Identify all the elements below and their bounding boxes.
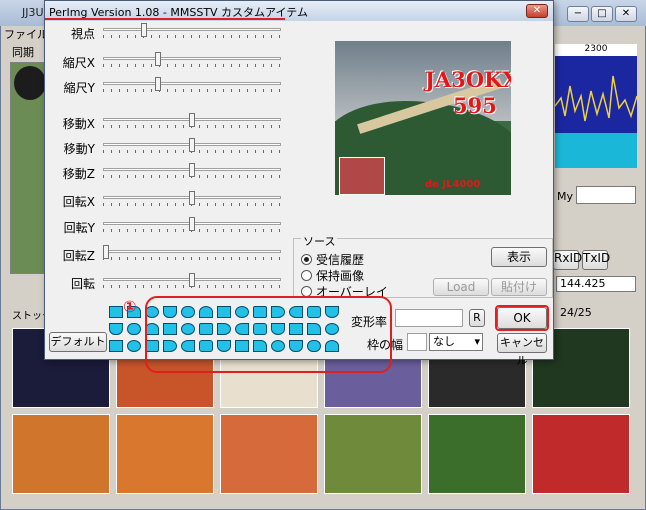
slider-thumb[interactable] [141,23,147,37]
shape-icon[interactable] [127,323,141,335]
default-button[interactable]: デフォルト [49,332,107,352]
slider-label: 回転X [62,195,95,209]
logo-icon [14,66,46,100]
radio-dot-icon [301,254,312,265]
slider-label: 回転Z [62,249,95,263]
slider-track [103,250,281,253]
slider[interactable] [103,273,281,291]
paste-button[interactable]: 貼付け [491,278,547,296]
main-title: JJ3U [22,6,44,19]
deform-rate-slider[interactable] [395,309,463,327]
frame-color-swatch[interactable] [407,333,427,351]
slider[interactable] [103,23,281,41]
slider-thumb[interactable] [189,273,195,287]
deform-r-button[interactable]: R [469,309,485,327]
my-label: My [557,190,574,203]
slider-label: 縮尺Y [63,81,95,95]
frequency-field[interactable]: 144.425 [556,276,636,292]
slider-track [103,82,281,85]
slider[interactable] [103,52,281,70]
slider[interactable] [103,191,281,209]
preview-image: JA3OKX 595 de JL4000 [335,41,511,195]
page-counter: 24/25 [560,306,592,319]
txid-button[interactable]: TxID [582,250,610,270]
slider-label: 回転 [70,277,95,291]
spectrum-display [555,56,637,133]
slider[interactable] [103,138,281,156]
frame-width-value: なし [433,335,455,348]
dialog-titlebar: PerImg Version 1.08 - MMSSTV カスタムアイテム ✕ [45,1,553,21]
preview-inset [339,157,385,195]
slider-thumb[interactable] [189,163,195,177]
slider-thumb[interactable] [189,217,195,231]
deform-rate-label: 変形率 [351,315,388,329]
slider-label: 移動Z [62,167,95,181]
freq-scale: 2300 [555,44,637,56]
close-icon[interactable]: ✕ [615,6,637,22]
thumbnail[interactable] [12,414,110,494]
minimize-icon[interactable]: − [567,6,589,22]
slider[interactable] [103,77,281,95]
slider[interactable] [103,113,281,131]
thumbnail[interactable] [428,414,526,494]
slider[interactable] [103,245,281,263]
thumbnail[interactable] [116,414,214,494]
waterfall-display [555,133,637,168]
shape-highlight [145,296,392,373]
slider[interactable] [103,163,281,181]
slider-thumb[interactable] [189,191,195,205]
slider-track [103,28,281,31]
slider-thumb[interactable] [189,138,195,152]
shape-icon[interactable] [127,340,141,352]
shape-icon[interactable] [109,340,123,352]
radio-label: 保持画像 [316,269,365,283]
slider-ticks [103,257,281,260]
show-button[interactable]: 表示 [491,247,547,267]
source-legend: ソース [301,233,338,249]
radio-label: 受信履歴 [316,253,365,267]
custom-item-dialog: PerImg Version 1.08 - MMSSTV カスタムアイテム ✕ … [44,0,554,373]
title-underline [45,18,285,20]
slider[interactable] [103,217,281,235]
radio-received-history[interactable]: 受信履歴 [301,251,364,268]
slider-track [103,57,281,60]
chevron-down-icon: ▾ [474,335,480,348]
ok-highlight [495,305,549,331]
slider-label: 縮尺X [62,56,95,70]
slider-thumb[interactable] [155,52,161,66]
slider-thumb[interactable] [189,113,195,127]
rxid-button[interactable]: RxID [553,250,582,270]
frame-width-label: 枠の幅 [367,338,404,352]
radio-dot-icon [301,270,312,281]
preview-callsign: JA3OKX [425,67,511,92]
slider-thumb[interactable] [155,77,161,91]
slider-ticks [103,35,281,38]
slider-ticks [103,89,281,92]
shape-icon[interactable] [109,306,123,318]
preview-rst: 595 [453,93,497,118]
dialog-close-icon[interactable]: ✕ [526,4,548,18]
main-menu-file[interactable]: ファイル [4,26,48,42]
slider-label: 移動Y [63,142,95,156]
slider-thumb[interactable] [103,245,109,259]
shape-icon[interactable] [109,323,123,335]
radio-saved-image[interactable]: 保持画像 [301,267,364,284]
cancel-button[interactable]: キャンセル [497,333,547,367]
frame-width-select[interactable]: なし ▾ [429,333,483,351]
slider-ticks [103,64,281,67]
thumbnail[interactable] [220,414,318,494]
tab-sync[interactable]: 同期 [12,44,34,60]
load-button[interactable]: Load [433,278,489,296]
slider-label: 移動X [62,117,95,131]
my-select[interactable] [576,186,636,204]
thumbnail[interactable] [532,414,630,494]
thumbnail[interactable] [324,414,422,494]
slider-label: 回転Y [63,221,95,235]
maximize-icon[interactable]: □ [591,6,613,22]
slider-label: 視点 [70,27,95,41]
annotation-number: ① [123,297,137,316]
preview-tag: de JL4000 [425,179,481,190]
